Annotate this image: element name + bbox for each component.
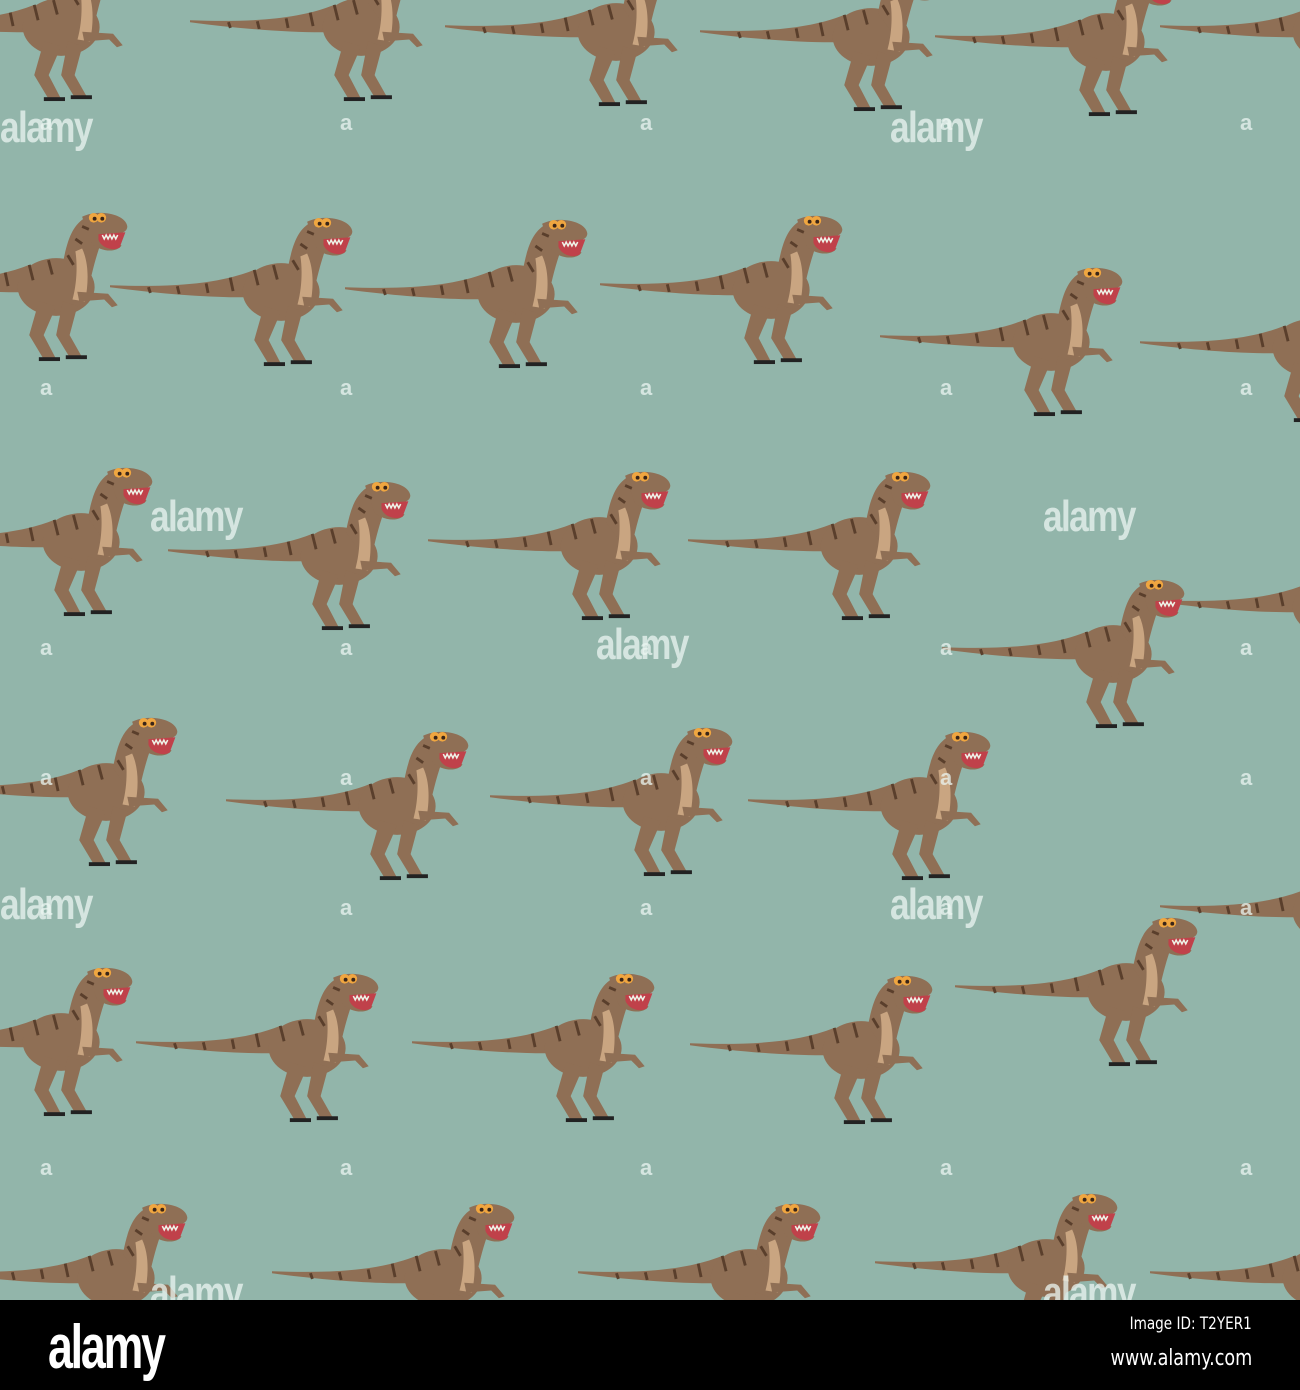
watermark-small: a [940,765,953,790]
watermark-small: a [340,375,353,400]
image-id: Image ID: T2YER1 [1129,1314,1252,1334]
watermark-small: a [40,110,53,135]
watermark-small: a [640,635,653,660]
watermark-small: a [940,635,953,660]
velociraptor-illustration [942,572,1192,736]
watermark: alamy [150,492,243,541]
velociraptor-illustration [688,464,938,628]
watermark-small: a [640,895,653,920]
watermark-small: a [340,1155,353,1180]
watermark: alamy [890,880,983,929]
velociraptor-illustration [272,1196,522,1300]
velociraptor-illustration [0,710,185,874]
watermark-small: a [1240,635,1253,660]
watermark-small: a [940,1155,953,1180]
watermark: alamy [150,1268,243,1300]
watermark-small: a [1240,1155,1253,1180]
velociraptor-illustration [1160,0,1300,114]
velociraptor-illustration [110,210,360,374]
watermark-small: a [940,895,953,920]
watermark-small: a [40,635,53,660]
watermark: alamy [890,103,983,152]
velociraptor-illustration [690,968,940,1132]
watermark: alamy [1043,492,1136,541]
velociraptor-illustration [0,460,160,624]
watermark-small: a [640,110,653,135]
velociraptor-illustration [136,966,386,1130]
velociraptor-illustration [190,0,440,109]
watermark-small: a [40,765,53,790]
velociraptor-illustration [0,960,140,1124]
watermark-small: a [1240,765,1253,790]
velociraptor-illustration [600,208,850,372]
velociraptor-illustration [880,260,1130,424]
watermark-small: a [640,375,653,400]
watermark-small: a [1240,110,1253,135]
watermark-small: a [1240,895,1253,920]
alamy-logo: alamy [48,1313,166,1382]
watermark-small: a [640,765,653,790]
velociraptor-illustration [578,1196,828,1300]
velociraptor-illustration [0,0,140,109]
watermark-small: a [340,765,353,790]
velociraptor-illustration [412,966,662,1130]
footer-bar: alamy Image ID: T2YER1 www.alamy.com [0,1300,1300,1390]
velociraptor-illustration [748,724,998,888]
velociraptor-illustration [345,212,595,376]
velociraptor-illustration [955,910,1205,1074]
watermark-small: a [1240,375,1253,400]
watermark-small: a [940,110,953,135]
velociraptor-illustration [700,0,950,119]
watermark-small: a [40,1155,53,1180]
watermark-small: a [340,635,353,660]
velociraptor-illustration [445,0,695,114]
watermark-small: a [640,1155,653,1180]
velociraptor-illustration [226,724,476,888]
watermark-small: a [340,110,353,135]
watermark: alamy [1043,1268,1136,1300]
watermark-small: a [340,895,353,920]
velociraptor-illustration [1140,266,1300,430]
dinosaur-pattern: alamy alamy alamy alamy alamy alamy alamy alamy… [0,0,1300,1300]
velociraptor-illustration [428,464,678,628]
watermark-small: a [40,895,53,920]
watermark-small: a [940,375,953,400]
velociraptor-illustration [490,720,740,884]
watermark-small: a [40,375,53,400]
velociraptor-illustration [1150,1196,1300,1300]
site-url: www.alamy.com [1110,1346,1252,1371]
